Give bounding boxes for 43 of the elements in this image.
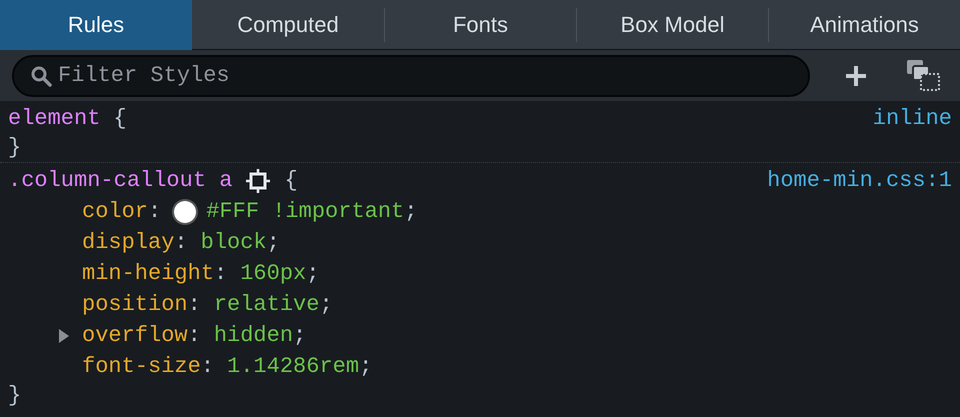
property-value[interactable]: #FFF !important (206, 195, 404, 228)
property-name[interactable]: font-size (82, 350, 201, 383)
node-highlighter-icon[interactable] (245, 168, 272, 194)
property-value[interactable]: 1.14286rem (227, 350, 360, 383)
colon: : (214, 260, 228, 288)
property-name[interactable]: position (82, 288, 188, 321)
semicolon: ; (319, 291, 333, 319)
source-link[interactable]: inline (872, 102, 952, 135)
property-value[interactable]: relative (214, 288, 320, 321)
colon: : (188, 291, 201, 319)
property-name[interactable]: display (82, 226, 174, 259)
property-value[interactable]: 160px (240, 257, 306, 290)
selector[interactable]: .column-callout a (8, 164, 232, 197)
tab[interactable]: Rules (0, 0, 192, 50)
property-name[interactable]: min-height (82, 257, 214, 290)
property-value[interactable]: hidden (214, 319, 294, 352)
colon: : (188, 322, 201, 350)
tab[interactable]: Fonts (385, 0, 576, 50)
close-brace: } (8, 382, 22, 410)
semicolon: ; (404, 198, 418, 226)
semicolon: ; (306, 260, 320, 288)
close-brace: } (8, 134, 22, 162)
open-brace: { (284, 167, 298, 195)
open-brace: { (113, 105, 127, 133)
source-link[interactable]: home-min.css:1 (767, 164, 952, 197)
expand-triangle-icon[interactable] (58, 328, 70, 344)
colon: : (200, 353, 214, 381)
selector[interactable]: element (8, 102, 100, 135)
semicolon: ; (266, 229, 280, 257)
semicolon: ; (359, 353, 372, 381)
layers-icon[interactable] (906, 58, 942, 92)
property-value[interactable]: block (200, 226, 267, 259)
property-name[interactable]: color (82, 195, 148, 228)
colon: : (174, 229, 188, 257)
filter-field[interactable]: Filter Styles (12, 54, 810, 96)
semicolon: ; (293, 322, 306, 350)
colon: : (148, 198, 162, 226)
color-swatch[interactable] (174, 200, 196, 222)
property-name[interactable]: overflow (82, 319, 188, 352)
tab[interactable]: Box Model (577, 0, 768, 50)
tab[interactable]: Computed (192, 0, 384, 50)
tab[interactable]: Animations (769, 0, 960, 50)
add-icon[interactable] (844, 64, 868, 88)
